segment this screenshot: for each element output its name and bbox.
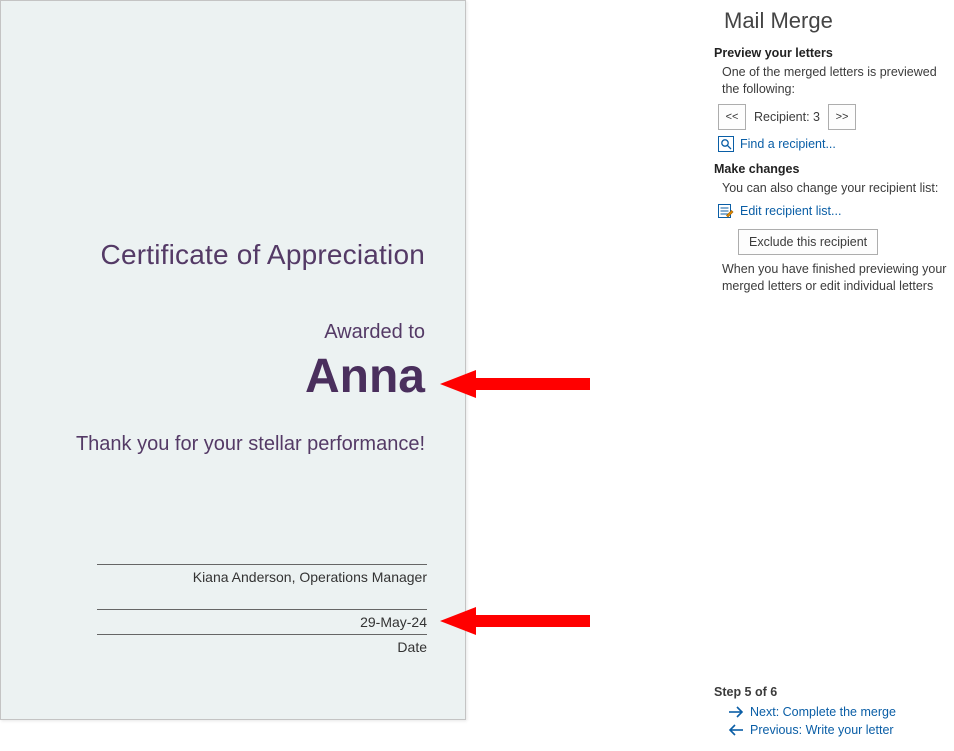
find-recipient-label: Find a recipient... [740,137,836,151]
search-icon [718,136,734,152]
certificate-page: Certificate of Appreciation Awarded to A… [0,0,466,720]
finished-text-line2: merged letters or edit individual letter… [722,279,933,293]
next-step-link[interactable]: Next: Complete the merge [714,703,954,721]
prev-recipient-button[interactable]: << [718,104,746,130]
preview-heading: Preview your letters [708,42,954,64]
document-area: Certificate of Appreciation Awarded to A… [0,0,700,751]
next-recipient-button[interactable]: >> [828,104,856,130]
recipient-name: Anna [1,349,425,404]
signer-text: Kiana Anderson, Operations Manager [97,565,427,585]
finished-preview-text: When you have finished previewing your m… [708,261,954,295]
awarded-to-label: Awarded to [1,321,425,344]
edit-list-icon [718,203,734,219]
thank-you-text: Thank you for your stellar performance! [1,433,425,456]
exclude-recipient-button[interactable]: Exclude this recipient [738,229,878,255]
certificate-title: Certificate of Appreciation [1,239,425,271]
date-value: 29-May-24 [97,610,427,634]
edit-recipient-list-label: Edit recipient list... [740,204,841,218]
finished-text-line1: When you have finished previewing your [722,262,946,276]
preview-text-line2: the following: [722,82,795,96]
preview-text: One of the merged letters is previewed t… [708,64,954,98]
arrow-right-icon [728,705,744,719]
make-changes-heading: Make changes [708,158,954,180]
next-step-label: Next: Complete the merge [750,705,896,719]
preview-text-line1: One of the merged letters is previewed [722,65,937,79]
panel-title: Mail Merge [708,0,954,42]
previous-step-link[interactable]: Previous: Write your letter [714,721,954,739]
make-changes-text: You can also change your recipient list: [708,180,954,197]
date-label: Date [97,635,427,655]
arrow-left-icon [728,723,744,737]
mail-merge-panel: Mail Merge Preview your letters One of t… [708,0,954,751]
recipient-counter: Recipient: 3 [754,110,820,124]
find-recipient-link[interactable]: Find a recipient... [718,136,954,152]
edit-recipient-list-link[interactable]: Edit recipient list... [718,203,954,219]
step-counter: Step 5 of 6 [714,681,954,703]
previous-step-label: Previous: Write your letter [750,723,894,737]
